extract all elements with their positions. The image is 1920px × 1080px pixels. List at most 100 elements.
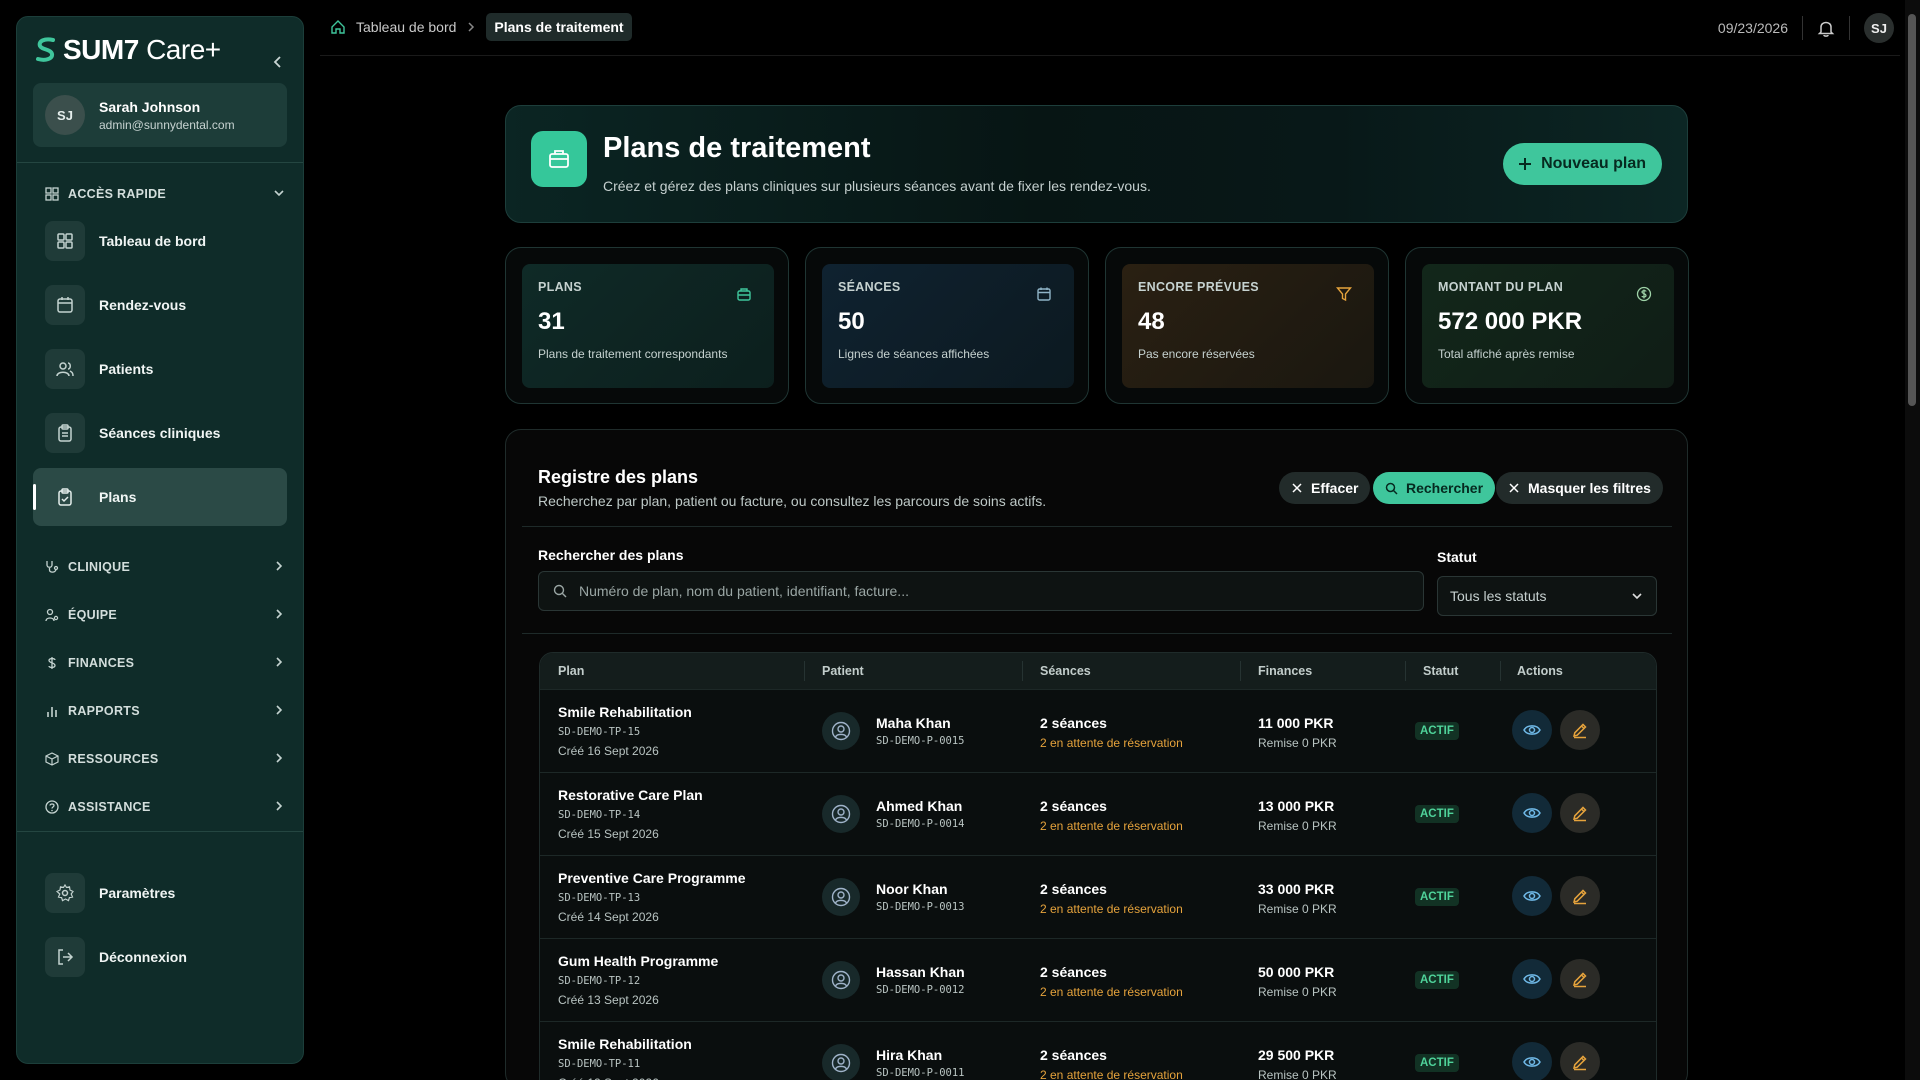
- view-button[interactable]: [1512, 1042, 1552, 1080]
- view-button[interactable]: [1512, 959, 1552, 999]
- plan-cell: Smile Rehabilitation SD-DEMO-TP-11 Créé 12…: [558, 1036, 692, 1080]
- patient-cell: Noor Khan SD-DEMO-P-0013: [876, 881, 965, 913]
- stat-desc: Total affiché après remise: [1438, 347, 1575, 361]
- plan-name: Gum Health Programme: [558, 953, 719, 969]
- table-row[interactable]: Preventive Care Programme SD-DEMO-TP-13 Cr…: [540, 855, 1656, 938]
- search-input[interactable]: Numéro de plan, nom du patient, identifi…: [538, 571, 1424, 611]
- sidebar-item-dashboard[interactable]: Tableau de bord: [33, 212, 287, 270]
- search-icon: [553, 584, 567, 598]
- section-label: ÉQUIPE: [68, 608, 118, 622]
- section-team[interactable]: ÉQUIPE: [45, 608, 285, 622]
- collapse-sidebar-button[interactable]: [267, 51, 289, 73]
- eye-icon: [1523, 808, 1541, 818]
- sidebar-item-label: Séances cliniques: [99, 425, 221, 441]
- sidebar-item-clinical-sessions[interactable]: Séances cliniques: [33, 404, 287, 462]
- sessions-cell: 2 séances 2 en attente de réservation: [1040, 798, 1183, 833]
- search-icon: [1385, 482, 1398, 495]
- stat-value: 572 000 PKR: [1438, 308, 1583, 335]
- patient-id: SD-DEMO-P-0012: [876, 984, 965, 996]
- user-circle-icon: [822, 1044, 860, 1080]
- new-plan-button[interactable]: Nouveau plan: [1503, 143, 1662, 185]
- table-row[interactable]: Restorative Care Plan SD-DEMO-TP-14 Créé 1…: [540, 772, 1656, 855]
- view-button[interactable]: [1512, 793, 1552, 833]
- plan-name: Restorative Care Plan: [558, 787, 703, 803]
- patient-cell: Hassan Khan SD-DEMO-P-0012: [876, 964, 965, 996]
- user-card[interactable]: SJ Sarah Johnson admin@sunnydental.com: [33, 83, 287, 147]
- edit-button[interactable]: [1560, 959, 1600, 999]
- sidebar-item-appointments[interactable]: Rendez-vous: [33, 276, 287, 334]
- dollar-circle-icon: [1630, 280, 1658, 308]
- status-select[interactable]: Tous les statuts: [1437, 576, 1657, 616]
- column-header: Plan: [558, 664, 585, 678]
- sidebar-item-label: Plans: [99, 489, 137, 505]
- view-button[interactable]: [1512, 876, 1552, 916]
- chevron-left-icon: [273, 56, 281, 68]
- sessions-cell: 2 séances 2 en attente de réservation: [1040, 715, 1183, 750]
- plan-discount: Remise 0 PKR: [1258, 985, 1337, 999]
- table-row[interactable]: Gum Health Programme SD-DEMO-TP-12 Créé 13…: [540, 938, 1656, 1021]
- clear-button[interactable]: Effacer: [1279, 472, 1371, 504]
- edit-button[interactable]: [1560, 876, 1600, 916]
- chevron-down-icon: [1632, 593, 1642, 600]
- close-icon: [1292, 483, 1302, 493]
- search-button[interactable]: Rechercher: [1373, 472, 1496, 504]
- section-label: ACCÈS RAPIDE: [68, 187, 167, 201]
- sidebar-item-label: Paramètres: [99, 885, 176, 901]
- hide-filters-button[interactable]: Masquer les filtres: [1496, 472, 1663, 504]
- user-circle-icon: [822, 878, 860, 916]
- table-row[interactable]: Smile Rehabilitation SD-DEMO-TP-15 Créé 16…: [540, 689, 1656, 772]
- section-label: RAPPORTS: [68, 704, 140, 718]
- edit-button[interactable]: [1560, 1042, 1600, 1080]
- section-clinic[interactable]: CLINIQUE: [45, 560, 285, 574]
- sidebar-item-patients[interactable]: Patients: [33, 340, 287, 398]
- column-header: Finances: [1258, 664, 1313, 678]
- view-button[interactable]: [1512, 710, 1552, 750]
- table-row[interactable]: Smile Rehabilitation SD-DEMO-TP-11 Créé 12…: [540, 1021, 1656, 1080]
- divider: [17, 831, 303, 832]
- chevron-right-icon: [276, 561, 283, 571]
- search-placeholder: Numéro de plan, nom du patient, identifi…: [579, 583, 909, 599]
- patient-id: SD-DEMO-P-0014: [876, 818, 965, 830]
- sidebar-item-plans[interactable]: Plans: [33, 468, 287, 526]
- plan-code: SD-DEMO-TP-12: [558, 975, 641, 987]
- sidebar-item-settings[interactable]: Paramètres: [33, 864, 287, 922]
- sessions-cell: 2 séances 2 en attente de réservation: [1040, 964, 1183, 999]
- patient-name: Hassan Khan: [876, 964, 965, 980]
- finance-cell: 50 000 PKR Remise 0 PKR: [1258, 964, 1337, 999]
- current-date: 09/23/2026: [1717, 20, 1788, 36]
- search-field-label: Rechercher des plans: [538, 547, 684, 563]
- sidebar-item-logout[interactable]: Déconnexion: [33, 928, 287, 986]
- new-plan-label: Nouveau plan: [1541, 155, 1646, 172]
- plan-cell: Smile Rehabilitation SD-DEMO-TP-15 Créé 16…: [558, 704, 692, 758]
- avatar[interactable]: SJ: [1864, 13, 1894, 43]
- patient-id: SD-DEMO-P-0015: [876, 735, 965, 747]
- section-resources[interactable]: RESSOURCES: [45, 752, 285, 766]
- section-support[interactable]: ASSISTANCE: [45, 800, 285, 814]
- brand-logo[interactable]: SUM7 Care+: [35, 34, 221, 65]
- edit-button[interactable]: [1560, 793, 1600, 833]
- chevron-right-icon: [276, 753, 283, 763]
- topbar: Tableau de bord Plans de traitement 09/2…: [320, 0, 1900, 56]
- eye-icon: [1523, 891, 1541, 901]
- scrollbar[interactable]: [1905, 0, 1920, 1080]
- session-count: 2 séances: [1040, 881, 1107, 897]
- plan-amount: 50 000 PKR: [1258, 964, 1335, 980]
- stat-card-plans: PLANS 31 Plans de traitement corresponda…: [505, 247, 789, 404]
- plan-created: Créé 16 Sept 2026: [558, 744, 659, 758]
- plan-code: SD-DEMO-TP-13: [558, 892, 641, 904]
- section-quick-access[interactable]: ACCÈS RAPIDE: [45, 187, 285, 201]
- pencil-icon: [1572, 972, 1587, 988]
- edit-button[interactable]: [1560, 710, 1600, 750]
- scrollbar-thumb[interactable]: [1908, 14, 1916, 406]
- breadcrumb-home[interactable]: Tableau de bord: [356, 19, 456, 35]
- section-reports[interactable]: RAPPORTS: [45, 704, 285, 718]
- patient-cell: Maha Khan SD-DEMO-P-0015: [876, 715, 965, 747]
- help-circle-icon: [45, 800, 59, 814]
- bell-icon[interactable]: [1817, 19, 1835, 37]
- pencil-icon: [1572, 723, 1587, 739]
- eye-icon: [1523, 1057, 1541, 1067]
- finance-cell: 33 000 PKR Remise 0 PKR: [1258, 881, 1337, 916]
- plan-created: Créé 13 Sept 2026: [558, 993, 659, 1007]
- section-finances[interactable]: FINANCES: [45, 656, 285, 670]
- plan-name: Smile Rehabilitation: [558, 704, 692, 720]
